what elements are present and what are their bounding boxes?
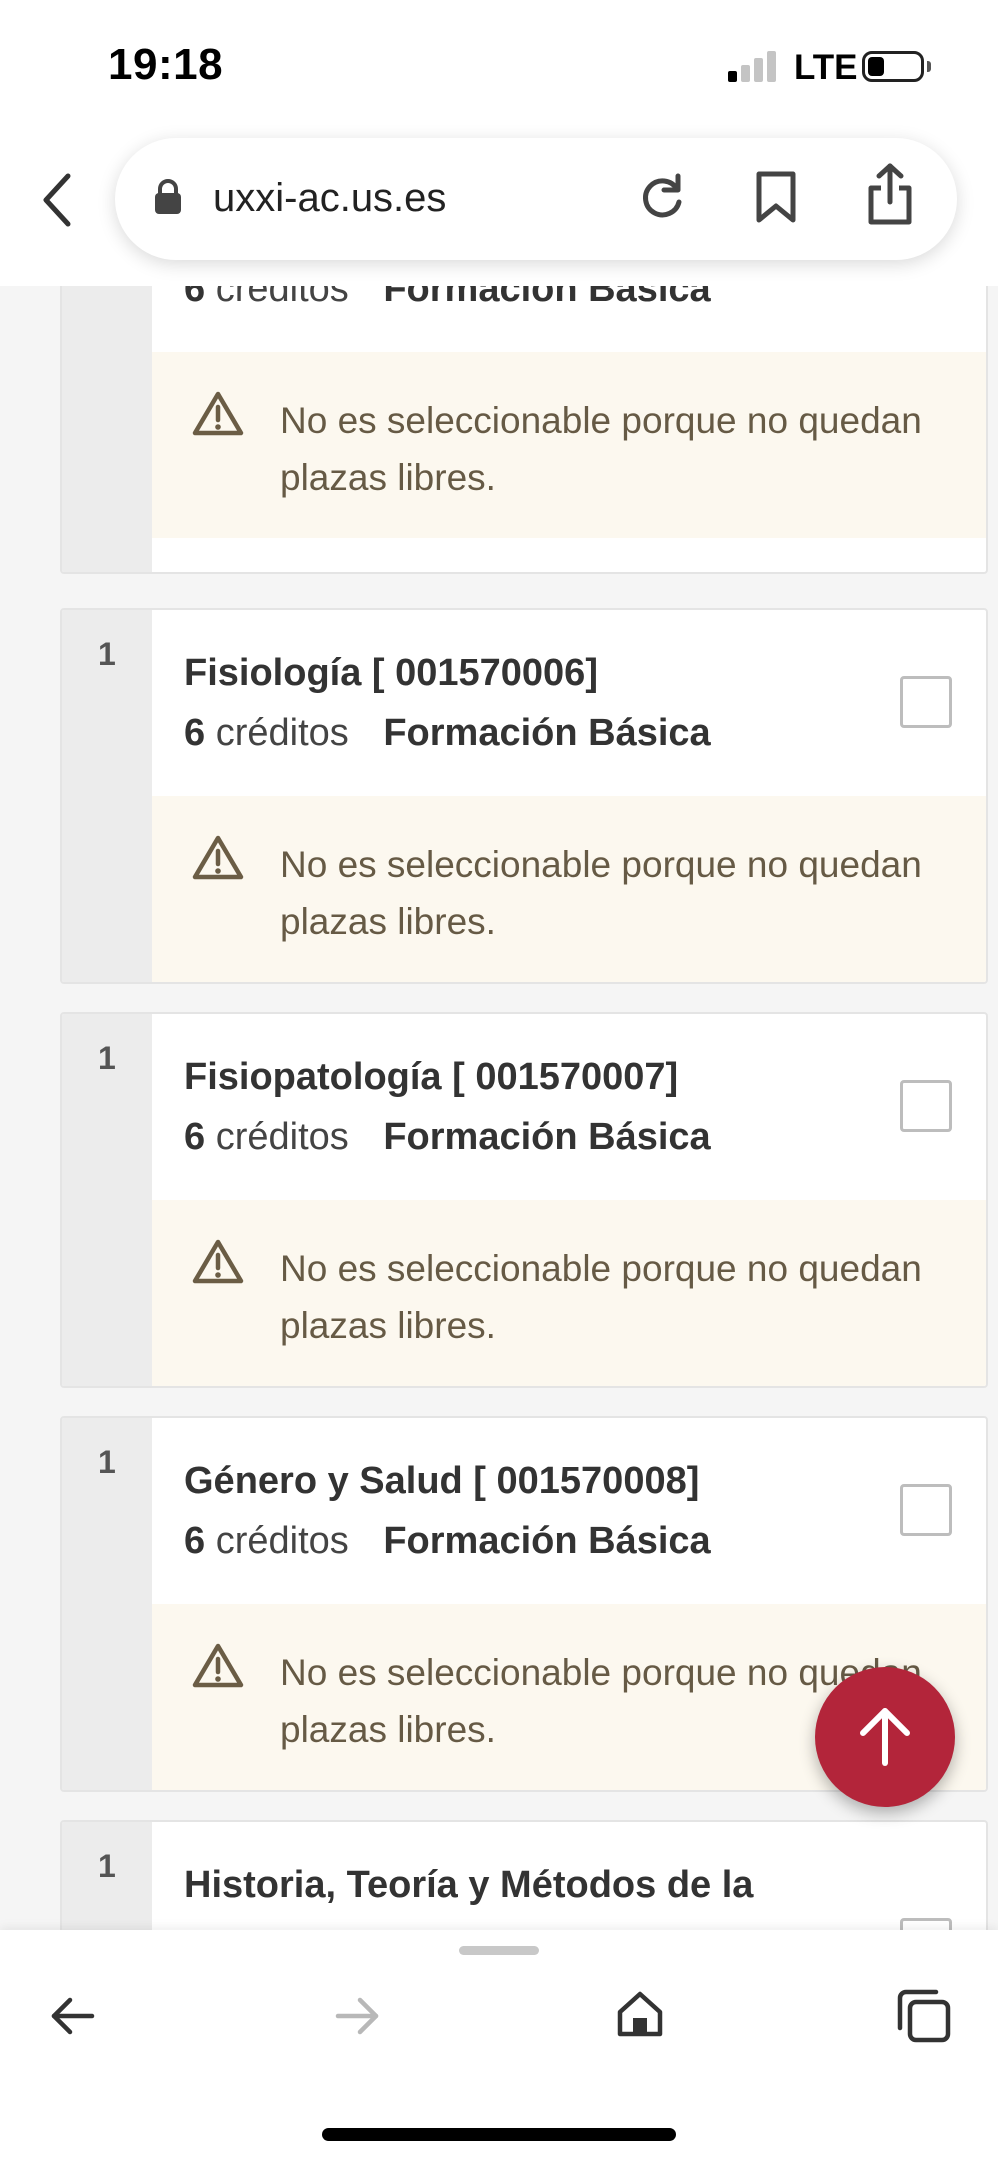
- credits-number: 6: [184, 1520, 206, 1562]
- course-card: 1 Fisiología [ 001570006] 6 créditos For…: [60, 608, 988, 984]
- course-checkbox[interactable]: [900, 1080, 952, 1132]
- credits-label: créditos: [215, 1520, 349, 1562]
- credits-number: 6: [184, 286, 206, 310]
- battery-tip: [927, 61, 931, 72]
- course-number: 1: [98, 1040, 116, 1076]
- course-title: Género y Salud [ 001570008]: [184, 1460, 700, 1502]
- back-arrow-icon[interactable]: [50, 1996, 96, 2036]
- warning-icon: [192, 391, 244, 436]
- status-bar: 19:18 LTE: [0, 0, 998, 130]
- course-type: Formación Básica: [383, 286, 711, 310]
- warning-icon: [192, 1239, 244, 1284]
- forward-arrow-icon[interactable]: [334, 1996, 380, 2036]
- course-number: 1: [98, 1444, 116, 1480]
- course-credits: 6 créditos Formación Básica: [184, 712, 711, 755]
- course-card: 1 Fisiopatología [ 001570007] 6 créditos…: [60, 1012, 988, 1388]
- reload-icon[interactable]: [637, 172, 687, 222]
- battery-icon: [862, 51, 924, 82]
- tabs-icon[interactable]: [896, 1988, 952, 2044]
- course-number: 1: [98, 1848, 116, 1884]
- credits-number: 6: [184, 1116, 206, 1158]
- course-title: Historia, Teoría y Métodos de la: [184, 1864, 754, 1906]
- browser-toolbar: [0, 1930, 998, 2160]
- browser-page: 19:18 LTE uxxi-ac.us.es 6 créditos Forma…: [0, 0, 998, 2160]
- course-title: Fisiopatología [ 001570007]: [184, 1056, 679, 1098]
- course-credits: 6 créditos Formación Básica: [184, 1116, 711, 1159]
- course-number: 1: [98, 636, 116, 672]
- warning-icon: [192, 1643, 244, 1688]
- credits-label: créditos: [215, 1116, 349, 1158]
- share-icon[interactable]: [865, 162, 915, 226]
- course-card: 1 Historia, Teoría y Métodos de la: [60, 1820, 988, 1930]
- warning-icon: [192, 835, 244, 880]
- signal-icon: [728, 50, 784, 82]
- course-type: Formación Básica: [383, 1520, 711, 1562]
- url-text[interactable]: uxxi-ac.us.es: [213, 176, 446, 221]
- card-gutter: [62, 286, 152, 572]
- credits-number: 6: [184, 712, 206, 754]
- credits-label: créditos: [215, 712, 349, 754]
- course-card: 6 créditos Formación Básica No es selecc…: [60, 286, 988, 574]
- status-time: 19:18: [108, 40, 224, 89]
- warning-box: No es seleccionable porque no quedan pla…: [152, 1200, 986, 1386]
- home-icon[interactable]: [616, 1990, 664, 2038]
- warning-text: No es seleccionable porque no quedan pla…: [280, 400, 922, 498]
- warning-box: No es seleccionable porque no quedan pla…: [152, 796, 986, 982]
- bookmark-icon[interactable]: [755, 170, 797, 224]
- back-chevron-icon[interactable]: [38, 170, 78, 230]
- address-area: uxxi-ac.us.es: [0, 130, 998, 286]
- home-indicator: [322, 2128, 676, 2141]
- course-credits: 6 créditos Formación Básica: [184, 1520, 711, 1563]
- course-checkbox[interactable]: [900, 1918, 952, 1930]
- warning-box: No es seleccionable porque no quedan pla…: [152, 352, 986, 538]
- course-checkbox[interactable]: [900, 1484, 952, 1536]
- network-label: LTE: [794, 48, 858, 87]
- lock-icon: [155, 179, 181, 214]
- url-bar[interactable]: uxxi-ac.us.es: [115, 138, 957, 260]
- warning-text: No es seleccionable porque no quedan pla…: [280, 1248, 922, 1346]
- course-credits: 6 créditos Formación Básica: [184, 286, 711, 311]
- grab-handle[interactable]: [459, 1946, 539, 1955]
- warning-text: No es seleccionable porque no quedan pla…: [280, 844, 922, 942]
- credits-label: créditos: [215, 286, 349, 310]
- course-type: Formación Básica: [383, 1116, 711, 1158]
- course-title: Fisiología [ 001570006]: [184, 652, 598, 694]
- course-checkbox[interactable]: [900, 676, 952, 728]
- scroll-to-top-button[interactable]: [815, 1667, 955, 1807]
- arrow-up-icon: [860, 1708, 910, 1766]
- course-type: Formación Básica: [383, 712, 711, 754]
